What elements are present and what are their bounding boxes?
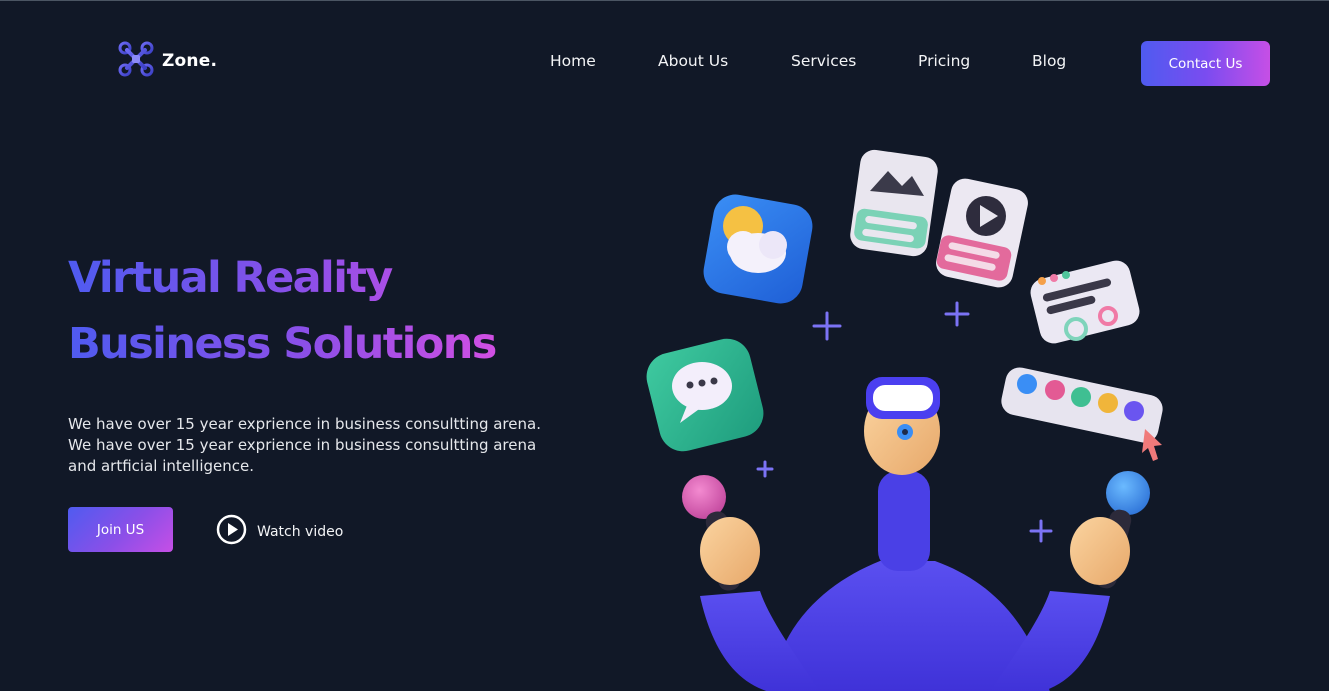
play-circle-icon (216, 514, 247, 549)
watch-video-label: Watch video (257, 523, 344, 540)
weather-app-icon (703, 194, 813, 304)
hero-title-line-1: Virtual Reality (68, 253, 392, 303)
watch-video-button[interactable]: Watch video (216, 514, 343, 549)
chat-bubble-icon (646, 338, 764, 452)
nav-item-about-us[interactable]: About Us (658, 52, 728, 70)
contact-us-button[interactable]: Contact Us (1141, 41, 1270, 86)
drone-x-icon (118, 41, 154, 81)
nav-item-blog[interactable]: Blog (1032, 52, 1066, 70)
nav-item-home[interactable]: Home (550, 52, 596, 70)
vr-illustration (630, 141, 1190, 691)
join-us-button[interactable]: Join US (68, 507, 173, 552)
color-palette-icon (1001, 367, 1163, 461)
settings-panel-icon (1030, 260, 1140, 344)
nav-item-pricing[interactable]: Pricing (918, 52, 970, 70)
hero-title-line-2: Business Solutions (68, 319, 496, 369)
logo-text: Zone. (162, 51, 218, 71)
hero-title: Virtual Reality Business Solutions (68, 245, 496, 377)
hero-description: We have over 15 year exprience in busine… (68, 415, 541, 475)
nav-item-services[interactable]: Services (791, 52, 856, 70)
image-card-icon (850, 149, 938, 257)
video-card-icon (936, 178, 1028, 288)
logo[interactable]: Zone. (118, 41, 217, 81)
